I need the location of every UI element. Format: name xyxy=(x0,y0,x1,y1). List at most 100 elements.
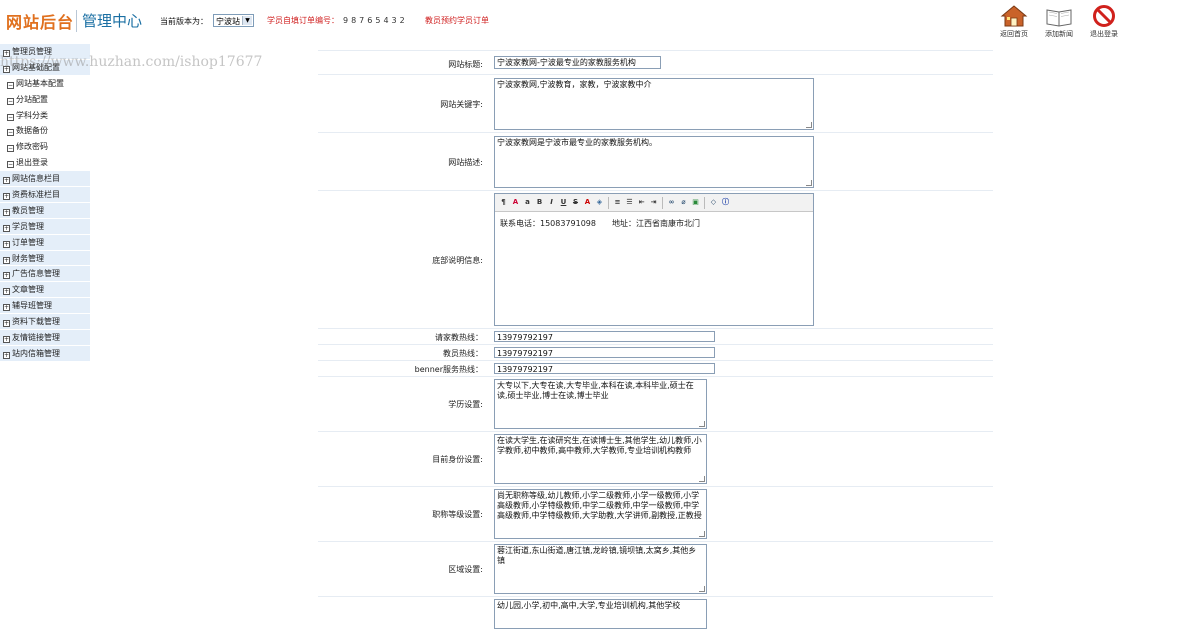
sidebar-item[interactable]: − 分站配置 xyxy=(0,91,90,108)
sidebar-item[interactable]: − 学科分类 xyxy=(0,107,90,124)
site-title-input[interactable]: 宁波家教网-宁波最专业的家教服务机构 xyxy=(494,56,661,69)
rank-label: 职称等级设置: xyxy=(432,510,483,519)
hotline-teacher-input[interactable]: 13979792197 xyxy=(494,347,715,358)
resize-grip-icon[interactable] xyxy=(699,476,705,482)
sidebar-item[interactable]: + 广告信息管理 xyxy=(0,266,90,283)
sidebar-item[interactable]: + 管理员管理 xyxy=(0,44,90,60)
book-icon xyxy=(1046,9,1072,27)
toolbar-divider xyxy=(704,196,705,209)
rank-textarea[interactable]: 尚无职称等级,幼儿教师,小学二级教师,小学一级教师,小学高级教师,小学特级教师,… xyxy=(494,489,707,539)
expand-plus-icon: + xyxy=(3,193,10,201)
sidebar-item[interactable]: − 修改密码 xyxy=(0,139,90,156)
row-description: 网站描述: 宁波家教网是宁波市最专业的家教服务机构。 xyxy=(318,132,993,190)
sidebar-item-label: 网站基础配置 xyxy=(12,62,60,72)
hotline-tutor-input[interactable]: 13979792197 xyxy=(494,331,715,342)
tutor-orders-link[interactable]: 教员预约学员订单 xyxy=(425,15,489,26)
logout-button[interactable]: 退出登录 xyxy=(1082,5,1126,39)
site-title-label: 网站标题: xyxy=(448,60,483,69)
sidebar-item-label: 网站基本配置 xyxy=(16,78,64,88)
sidebar-item[interactable]: + 财务管理 xyxy=(0,250,90,267)
expand-plus-icon: + xyxy=(3,272,10,280)
format-icon[interactable]: ¶ xyxy=(498,197,509,208)
sidebar-item[interactable]: + 辅导班管理 xyxy=(0,298,90,315)
toolbar-divider xyxy=(662,196,663,209)
unlink-icon[interactable]: ⌀ xyxy=(678,197,689,208)
font-size-icon[interactable]: a xyxy=(522,197,533,208)
rank-value: 尚无职称等级,幼儿教师,小学二级教师,小学一级教师,小学高级教师,小学特级教师,… xyxy=(497,491,702,520)
sidebar-item[interactable]: + 学员管理 xyxy=(0,218,90,235)
rich-text-editor[interactable]: ¶ A a B I U S A ◈ ≡ ☰ ⇤ ⇥ ∞ ⌀ ▣ ◇ ⓘ 联系电话… xyxy=(494,193,814,326)
resize-grip-icon[interactable] xyxy=(806,180,812,186)
resize-grip-icon[interactable] xyxy=(806,122,812,128)
expand-plus-icon: + xyxy=(3,304,10,312)
expand-plus-icon: + xyxy=(3,240,10,248)
sidebar-item[interactable]: − 数据备份 xyxy=(0,123,90,140)
sidebar-item-label: 资料下载管理 xyxy=(12,317,60,327)
row-hotline-banner: benner服务热线： 13979792197 xyxy=(318,360,993,376)
row-site-title: 网站标题: 宁波家教网-宁波最专业的家教服务机构 xyxy=(318,50,993,74)
editor-toolbar: ¶ A a B I U S A ◈ ≡ ☰ ⇤ ⇥ ∞ ⌀ ▣ ◇ ⓘ xyxy=(495,194,813,212)
sidebar-item[interactable]: + 站内信箱管理 xyxy=(0,345,90,362)
collapse-minus-icon: − xyxy=(7,113,14,121)
text-color-icon[interactable]: A xyxy=(582,197,593,208)
row-keywords: 网站关键字: 宁波家教网,宁波教育，家教，宁波家教中介 xyxy=(318,74,993,132)
resize-grip-icon[interactable] xyxy=(699,421,705,427)
source-code-icon[interactable]: ◇ xyxy=(708,197,719,208)
site-select[interactable]: 宁波站 ▼ xyxy=(213,14,254,27)
align-left-icon[interactable]: ≡ xyxy=(612,197,623,208)
row-region: 区域设置: 蓉江街道,东山街道,唐江镇,龙岭镇,镜坝镇,太窝乡,其他乡镇 xyxy=(318,541,993,596)
expand-plus-icon: + xyxy=(3,50,10,57)
sidebar-item[interactable]: + 订单管理 xyxy=(0,234,90,251)
about-icon[interactable]: ⓘ xyxy=(720,197,731,208)
education-textarea[interactable]: 大专以下,大专在读,大专毕业,本科在读,本科毕业,硕士在读,硕士毕业,博士在读,… xyxy=(494,379,707,429)
sidebar-item[interactable]: + 教员管理 xyxy=(0,202,90,219)
site-version-label: 当前版本为： xyxy=(160,17,208,26)
editor-content[interactable]: 联系电话：15083791098 地址：江西省南康市北门 xyxy=(495,212,813,235)
sidebar-item[interactable]: − 网站基本配置 xyxy=(0,75,90,92)
site-select-value: 宁波站 xyxy=(216,17,240,26)
description-textarea[interactable]: 宁波家教网是宁波市最专业的家教服务机构。 xyxy=(494,136,814,188)
keywords-textarea[interactable]: 宁波家教网,宁波教育，家教，宁波家教中介 xyxy=(494,78,814,130)
identity-label: 目前身份设置: xyxy=(432,455,483,464)
region-textarea[interactable]: 蓉江街道,东山街道,唐江镇,龙岭镇,镜坝镇,太窝乡,其他乡镇 xyxy=(494,544,707,594)
sidebar-item[interactable]: + 文章管理 xyxy=(0,282,90,299)
collapse-minus-icon: − xyxy=(7,129,14,137)
expand-plus-icon: + xyxy=(3,224,10,232)
resize-grip-icon[interactable] xyxy=(699,531,705,537)
sidebar-item-label: 学员管理 xyxy=(12,221,44,231)
grade-textarea[interactable]: 幼儿园,小学,初中,高中,大学,专业培训机构,其他学校 xyxy=(494,599,707,629)
row-hotline-tutor: 请家教热线： 13979792197 xyxy=(318,328,993,344)
sidebar-item-label: 管理员管理 xyxy=(12,47,52,56)
link-icon[interactable]: ∞ xyxy=(666,197,677,208)
italic-icon[interactable]: I xyxy=(546,197,557,208)
bold-icon[interactable]: B xyxy=(534,197,545,208)
hotline-banner-label: benner服务热线： xyxy=(414,365,483,374)
sidebar-item[interactable]: + 资料下载管理 xyxy=(0,314,90,331)
sidebar-item[interactable]: + 网站信息栏目 xyxy=(0,171,90,188)
sidebar-item[interactable]: − 退出登录 xyxy=(0,155,90,172)
strikethrough-icon[interactable]: S xyxy=(570,197,581,208)
hotline-banner-input[interactable]: 13979792197 xyxy=(494,363,715,374)
expand-plus-icon: + xyxy=(3,208,10,216)
list-icon[interactable]: ☰ xyxy=(624,197,635,208)
expand-plus-icon: + xyxy=(3,256,10,264)
highlight-icon[interactable]: ◈ xyxy=(594,197,605,208)
underline-icon[interactable]: U xyxy=(558,197,569,208)
expand-plus-icon: + xyxy=(3,320,10,328)
add-news-button[interactable]: 添加新闻 xyxy=(1037,5,1081,39)
collapse-minus-icon: − xyxy=(7,161,14,169)
sidebar-item[interactable]: + 网站基础配置 xyxy=(0,59,90,76)
sidebar-item[interactable]: + 友情链接管理 xyxy=(0,330,90,346)
education-value: 大专以下,大专在读,大专毕业,本科在读,本科毕业,硕士在读,硕士毕业,博士在读,… xyxy=(497,381,694,400)
footer-info-label: 底部说明信息: xyxy=(432,256,483,265)
home-button[interactable]: 返回首页 xyxy=(992,5,1036,39)
indent-icon[interactable]: ⇥ xyxy=(648,197,659,208)
font-color-icon[interactable]: A xyxy=(510,197,521,208)
image-icon[interactable]: ▣ xyxy=(690,197,701,208)
sidebar-item[interactable]: + 资费标准栏目 xyxy=(0,187,90,203)
education-label: 学历设置: xyxy=(448,400,483,409)
identity-textarea[interactable]: 在读大学生,在读研究生,在读博士生,其他学生,幼儿教师,小学教师,初中教师,高中… xyxy=(494,434,707,484)
add-news-label: 添加新闻 xyxy=(1045,30,1073,38)
outdent-icon[interactable]: ⇤ xyxy=(636,197,647,208)
resize-grip-icon[interactable] xyxy=(699,586,705,592)
